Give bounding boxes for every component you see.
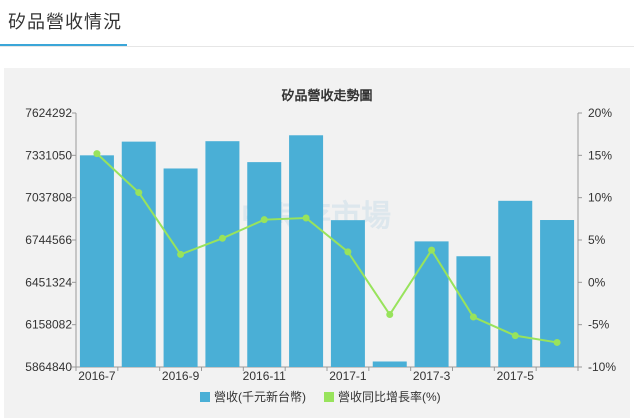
y-left-tick-label: 7037808 bbox=[25, 191, 72, 205]
growth-rate-point bbox=[553, 338, 561, 346]
revenue-chart: 矽品營收走勢圖中時存市場7624292733105070378086744566… bbox=[25, 88, 616, 404]
growth-rate-point bbox=[344, 248, 352, 256]
growth-rate-point bbox=[218, 234, 226, 242]
revenue-bar bbox=[121, 141, 156, 367]
revenue-bar bbox=[289, 135, 324, 367]
revenue-bar bbox=[205, 141, 240, 367]
y-right-tick-label: -10% bbox=[588, 360, 616, 374]
y-right-tick-label: -5% bbox=[588, 318, 610, 332]
y-left-tick-label: 5864840 bbox=[25, 360, 72, 374]
revenue-bar bbox=[414, 241, 449, 367]
legend-swatch-revenue bbox=[200, 392, 210, 402]
legend-swatch-growth bbox=[324, 392, 334, 402]
growth-rate-point bbox=[386, 311, 394, 319]
x-tick-label: 2016-7 bbox=[78, 369, 116, 383]
y-left-tick-label: 7624292 bbox=[25, 106, 72, 120]
x-tick-label: 2017-3 bbox=[413, 369, 451, 383]
y-right-tick-label: 10% bbox=[588, 191, 612, 205]
revenue-bar bbox=[456, 256, 491, 367]
growth-rate-point bbox=[177, 250, 185, 258]
legend-label-revenue: 營收(千元新台幣) bbox=[214, 389, 306, 404]
y-left-tick-label: 6451324 bbox=[25, 275, 72, 289]
revenue-bar bbox=[372, 361, 407, 367]
page-title: 矽品營收情況 bbox=[8, 12, 122, 32]
active-tab-underline bbox=[0, 44, 127, 46]
y-left-tick-label: 7331050 bbox=[25, 148, 72, 162]
revenue-bar bbox=[498, 200, 533, 367]
y-right-tick-label: 5% bbox=[588, 233, 606, 247]
legend-label-growth: 營收同比增長率(%) bbox=[338, 389, 441, 404]
y-left-tick-label: 6744566 bbox=[25, 233, 72, 247]
growth-rate-point bbox=[260, 216, 268, 224]
revenue-bar bbox=[79, 155, 114, 367]
growth-rate-point bbox=[302, 214, 310, 222]
growth-rate-point bbox=[511, 332, 519, 340]
y-left-tick-label: 6158082 bbox=[25, 318, 72, 332]
chart-panel: 矽品營收走勢圖中時存市場7624292733105070378086744566… bbox=[4, 68, 630, 418]
page-header: 矽品營收情況 bbox=[0, 0, 634, 47]
y-right-tick-label: 15% bbox=[588, 148, 612, 162]
growth-rate-point bbox=[428, 246, 436, 254]
y-right-tick-label: 0% bbox=[588, 275, 606, 289]
growth-rate-point bbox=[135, 189, 143, 197]
x-tick-label: 2017-5 bbox=[497, 369, 535, 383]
x-tick-label: 2016-11 bbox=[243, 369, 286, 383]
growth-rate-point bbox=[469, 313, 477, 321]
x-tick-label: 2017-1 bbox=[329, 369, 367, 383]
revenue-bar bbox=[247, 162, 282, 367]
growth-rate-point bbox=[93, 150, 101, 158]
revenue-bar bbox=[163, 168, 198, 367]
y-right-tick-label: 20% bbox=[588, 106, 612, 120]
x-tick-label: 2016-9 bbox=[162, 369, 200, 383]
chart-title: 矽品營收走勢圖 bbox=[281, 88, 372, 103]
